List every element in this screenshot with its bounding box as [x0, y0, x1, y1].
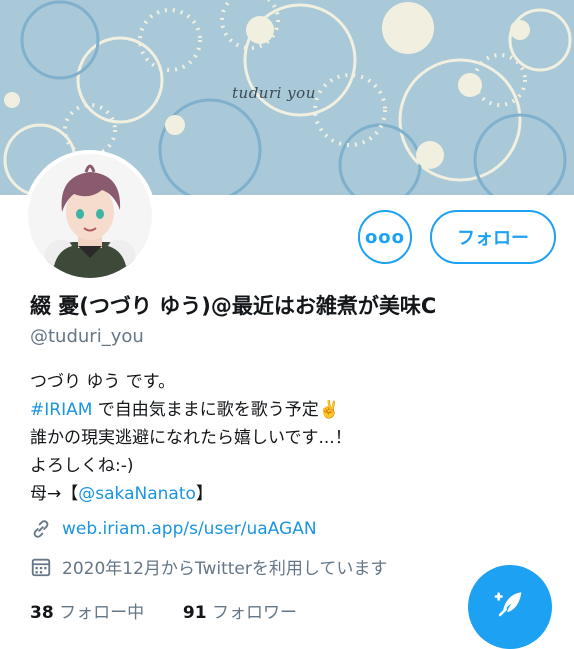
followers-count: 91: [182, 603, 207, 623]
follow-stats: 38 フォロー中 91 フォロワー: [30, 598, 297, 623]
link-icon: [30, 518, 52, 540]
bio-line: 誰かの現実逃避になれたら嬉しいです...！: [30, 428, 352, 448]
more-icon: ooo: [364, 226, 406, 248]
followers-stat[interactable]: 91 フォロワー: [183, 603, 297, 623]
mention-link[interactable]: @sakaNanato: [78, 484, 196, 504]
follow-button[interactable]: フォロー: [430, 210, 556, 264]
compose-tweet-button[interactable]: [468, 565, 552, 649]
avatar-image: [28, 154, 152, 278]
follow-button-label: フォロー: [457, 228, 529, 249]
calendar-icon: [30, 556, 52, 578]
following-count: 38: [30, 603, 54, 623]
following-label: フォロー中: [59, 603, 145, 623]
website-link[interactable]: web.iriam.app/s/user/uaAGAN: [62, 519, 317, 539]
compose-tweet-icon: [493, 588, 527, 626]
profile-bio: つづり ゆう です。 #IRIAM で自由気ままに歌を歌う予定✌️ 誰かの現実逃…: [30, 368, 352, 508]
joined-date: 2020年12月からTwitterを利用しています: [62, 559, 388, 579]
followers-label: フォロワー: [211, 603, 297, 623]
bio-text: 母→【: [30, 484, 79, 504]
joined-row: 2020年12月からTwitterを利用しています: [30, 554, 387, 579]
website-row: web.iriam.app/s/user/uaAGAN: [30, 518, 317, 540]
bio-text: 】: [195, 484, 213, 504]
following-stat[interactable]: 38 フォロー中: [30, 603, 144, 623]
banner-caption: tuduri you: [232, 84, 316, 102]
bio-line: #IRIAM で自由気ままに歌を歌う予定✌️: [30, 396, 352, 424]
user-handle: @tuduri_you: [30, 326, 144, 347]
bio-line: つづり ゆう です。: [30, 372, 176, 392]
more-options-button[interactable]: ooo: [358, 210, 412, 264]
bio-text: で自由気ままに歌を歌う予定✌️: [92, 400, 340, 420]
bio-line: よろしくね:-): [30, 456, 134, 476]
hashtag-link[interactable]: #IRIAM: [30, 400, 92, 420]
bio-line: 母→【@sakaNanato】: [30, 480, 352, 508]
display-name: 綴 憂(つづり ゆう)@最近はお雑煮が美味C: [30, 294, 437, 318]
avatar[interactable]: [24, 150, 156, 282]
